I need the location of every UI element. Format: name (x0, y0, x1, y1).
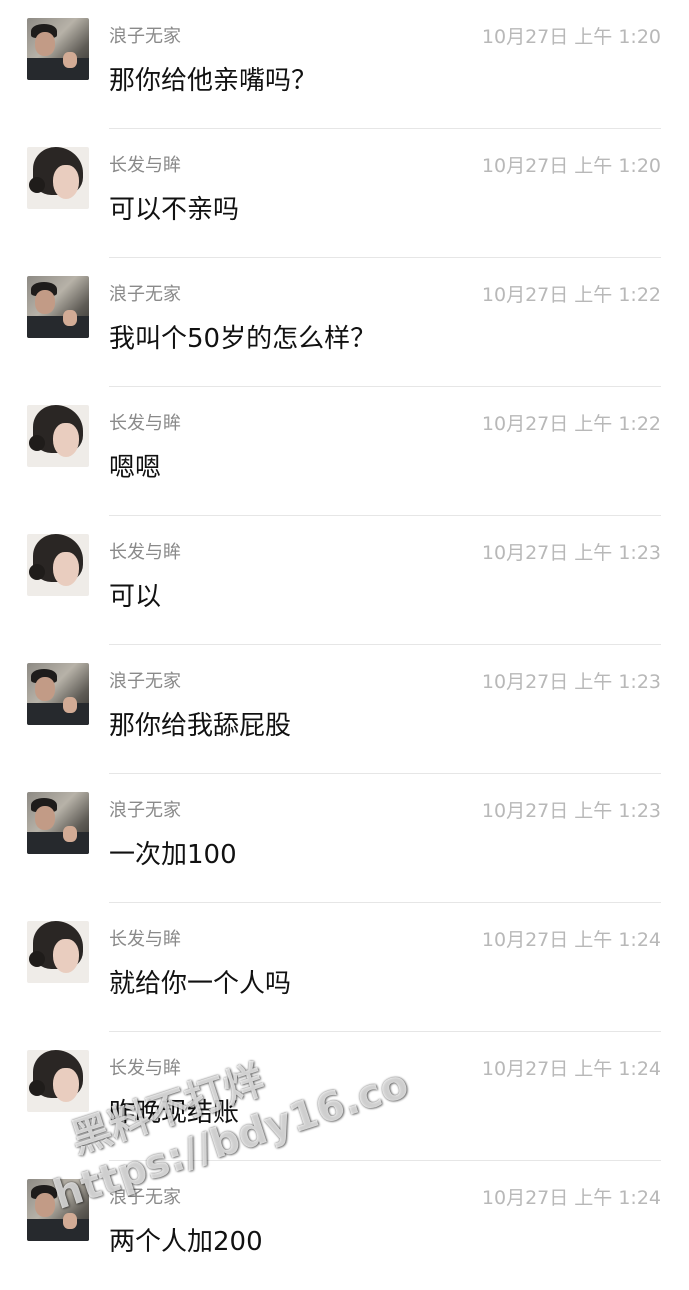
sender-avatar[interactable] (27, 921, 89, 983)
message-row[interactable]: 长发与眸 10月27日 上午 1:24 就给你一个人吗 (0, 903, 689, 1032)
sender-avatar[interactable] (27, 147, 89, 209)
sender-name: 浪子无家 (109, 1187, 181, 1208)
message-row[interactable]: 长发与眸 10月27日 上午 1:20 可以不亲吗 (0, 129, 689, 258)
message-timestamp: 10月27日 上午 1:23 (481, 671, 661, 693)
message-row[interactable]: 浪子无家 10月27日 上午 1:23 一次加100 (0, 774, 689, 903)
sender-name: 浪子无家 (109, 800, 181, 821)
sender-name: 长发与眸 (109, 929, 181, 950)
message-row[interactable]: 长发与眸 10月27日 上午 1:23 可以 (0, 516, 689, 645)
sender-avatar[interactable] (27, 792, 89, 854)
message-timestamp: 10月27日 上午 1:23 (481, 800, 661, 822)
sender-name: 浪子无家 (109, 284, 181, 305)
sender-name: 长发与眸 (109, 1058, 181, 1079)
sender-avatar[interactable] (27, 663, 89, 725)
sender-avatar[interactable] (27, 405, 89, 467)
sender-avatar[interactable] (27, 18, 89, 80)
message-timestamp: 10月27日 上午 1:24 (481, 1058, 661, 1080)
message-text: 我叫个50岁的怎么样？ (109, 324, 377, 354)
message-text: 昨晚现结账 (109, 1098, 240, 1128)
sender-name: 浪子无家 (109, 26, 181, 47)
message-text: 一次加100 (109, 840, 237, 870)
message-timestamp: 10月27日 上午 1:22 (481, 284, 661, 306)
message-timestamp: 10月27日 上午 1:22 (481, 413, 661, 435)
sender-avatar[interactable] (27, 276, 89, 338)
sender-name: 浪子无家 (109, 671, 181, 692)
message-text: 可以 (109, 582, 162, 612)
message-row[interactable]: 浪子无家 10月27日 上午 1:20 那你给他亲嘴吗？ (0, 0, 689, 129)
sender-avatar[interactable] (27, 534, 89, 596)
message-timestamp: 10月27日 上午 1:24 (481, 929, 661, 951)
sender-avatar[interactable] (27, 1050, 89, 1112)
message-row[interactable]: 浪子无家 10月27日 上午 1:22 我叫个50岁的怎么样？ (0, 258, 689, 387)
message-timestamp: 10月27日 上午 1:20 (481, 155, 661, 177)
sender-name: 长发与眸 (109, 413, 181, 434)
message-text: 那你给他亲嘴吗？ (109, 66, 318, 96)
message-row[interactable]: 浪子无家 10月27日 上午 1:23 那你给我舔屁股 (0, 645, 689, 774)
sender-name: 长发与眸 (109, 542, 181, 563)
message-text: 那你给我舔屁股 (109, 711, 292, 741)
message-text: 嗯嗯 (109, 453, 162, 483)
message-text: 可以不亲吗 (109, 195, 240, 225)
message-row[interactable]: 长发与眸 10月27日 上午 1:24 昨晚现结账 (0, 1032, 689, 1161)
message-text: 就给你一个人吗 (109, 969, 292, 999)
message-timestamp: 10月27日 上午 1:24 (481, 1187, 661, 1209)
message-row[interactable]: 长发与眸 10月27日 上午 1:22 嗯嗯 (0, 387, 689, 516)
message-row[interactable]: 浪子无家 10月27日 上午 1:24 两个人加200 (0, 1161, 689, 1290)
sender-avatar[interactable] (27, 1179, 89, 1241)
message-timestamp: 10月27日 上午 1:20 (481, 26, 661, 48)
sender-name: 长发与眸 (109, 155, 181, 176)
message-text: 两个人加200 (109, 1227, 263, 1257)
message-timestamp: 10月27日 上午 1:23 (481, 542, 661, 564)
